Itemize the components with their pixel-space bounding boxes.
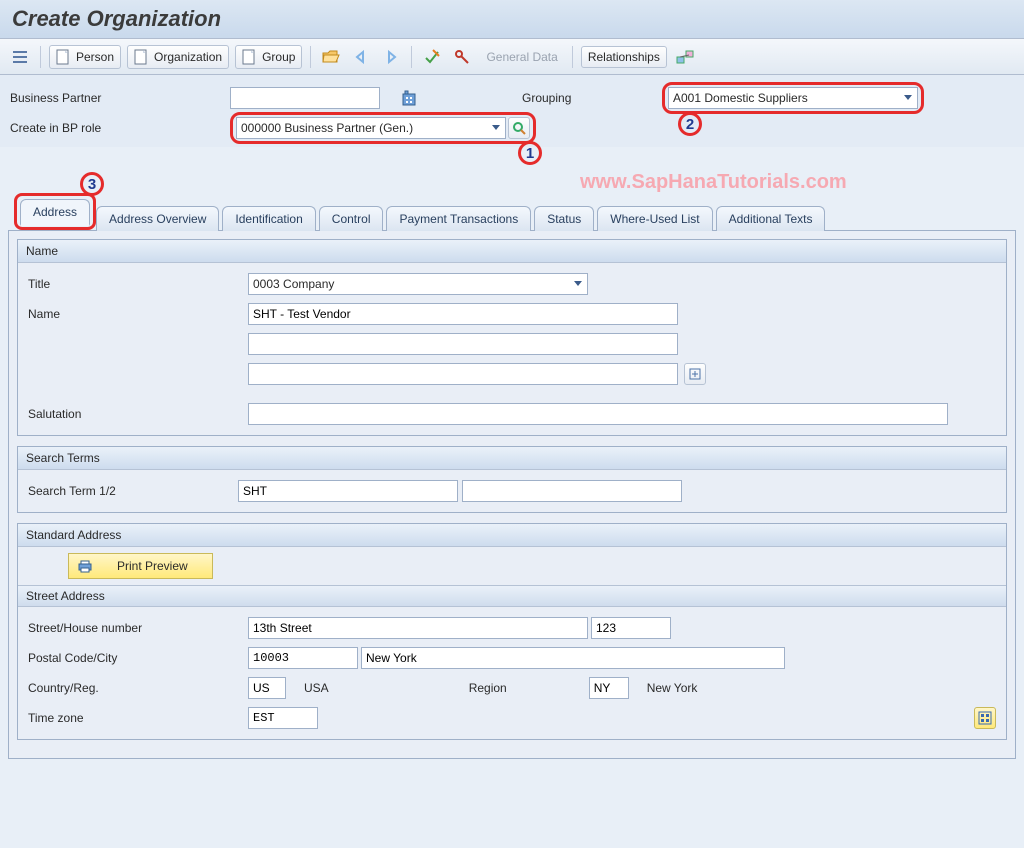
settings-wrench-icon[interactable] (450, 45, 474, 69)
timezone-label: Time zone (28, 711, 248, 725)
back-arrow-icon[interactable] (349, 45, 373, 69)
tab-identification[interactable]: Identification (222, 206, 315, 231)
title-dropdown[interactable]: 0003 Company (248, 273, 588, 295)
salutation-label: Salutation (28, 407, 248, 421)
salutation-input[interactable] (248, 403, 948, 425)
bp-role-dropdown[interactable]: 000000 Business Partner (Gen.) (236, 117, 506, 139)
separator (40, 46, 41, 68)
timezone-input[interactable] (248, 707, 318, 729)
annotation-2: 2 (678, 112, 702, 136)
country-desc: USA (304, 681, 329, 695)
print-preview-button[interactable]: Print Preview (68, 553, 213, 579)
grouping-dropdown[interactable]: A001 Domestic Suppliers (668, 87, 918, 109)
postal-label: Postal Code/City (28, 651, 248, 665)
tab-payment-transactions[interactable]: Payment Transactions (386, 206, 531, 231)
annotation-ring-2: A001 Domestic Suppliers (662, 82, 924, 114)
toolbar: Person Organization Group General Data R… (0, 39, 1024, 75)
group-name: Name Title 0003 Company Name (17, 239, 1007, 436)
separator (310, 46, 311, 68)
create-bp-role-label: Create in BP role (10, 121, 230, 135)
tab-additional-texts[interactable]: Additional Texts (716, 206, 826, 231)
tab-address[interactable]: Address (20, 199, 90, 226)
separator (572, 46, 573, 68)
grouping-value: A001 Domestic Suppliers (673, 91, 808, 105)
name-label: Name (28, 307, 248, 321)
region-desc: New York (647, 681, 698, 695)
separator (411, 46, 412, 68)
street-address-header: Street Address (18, 585, 1006, 607)
tabstrip: Address Address Overview Identification … (8, 193, 1016, 230)
group-name-header: Name (18, 240, 1006, 263)
group-search-header: Search Terms (18, 447, 1006, 470)
forward-arrow-icon[interactable] (379, 45, 403, 69)
business-partner-label: Business Partner (10, 91, 230, 105)
menu-icon[interactable] (8, 45, 32, 69)
tab-status[interactable]: Status (534, 206, 594, 231)
title-label: Title (28, 277, 248, 291)
street-input[interactable] (248, 617, 588, 639)
chevron-down-icon (573, 280, 583, 288)
chevron-down-icon (903, 94, 913, 102)
search-term-label: Search Term 1/2 (28, 484, 238, 498)
name-input-1[interactable] (248, 303, 678, 325)
search-term-1-input[interactable] (238, 480, 458, 502)
house-number-input[interactable] (591, 617, 671, 639)
chevron-down-icon (491, 124, 501, 132)
tab-control[interactable]: Control (319, 206, 384, 231)
building-icon (398, 86, 422, 110)
document-icon (242, 49, 258, 65)
print-preview-label: Print Preview (117, 559, 188, 573)
more-fields-icon[interactable] (974, 707, 996, 729)
tab-pane-address: Name Title 0003 Company Name (8, 230, 1016, 759)
country-input[interactable] (248, 677, 286, 699)
open-folder-icon[interactable] (319, 45, 343, 69)
search-term-2-input[interactable] (462, 480, 682, 502)
search-help-icon[interactable] (508, 117, 530, 139)
street-label: Street/House number (28, 621, 248, 635)
grouping-label: Grouping (522, 91, 662, 105)
watermark: www.SapHanaTutorials.com (580, 171, 847, 194)
toolbar-label: Group (262, 50, 295, 64)
name-input-2[interactable] (248, 333, 678, 355)
group-button[interactable]: Group (235, 45, 302, 69)
person-button[interactable]: Person (49, 45, 121, 69)
annotation-1: 1 (518, 141, 542, 165)
name-input-3[interactable] (248, 363, 678, 385)
group-standard-address: Standard Address Print Preview Street Ad… (17, 523, 1007, 740)
region-input[interactable] (589, 677, 629, 699)
printer-icon (77, 559, 93, 573)
annotation-ring-1: 000000 Business Partner (Gen.) (230, 112, 536, 144)
organization-button[interactable]: Organization (127, 45, 229, 69)
business-partner-input[interactable] (230, 87, 380, 109)
expand-icon[interactable] (684, 363, 706, 385)
general-data-button: General Data (486, 50, 557, 64)
bp-role-value: 000000 Business Partner (Gen.) (241, 121, 413, 135)
region-label: Region (469, 681, 589, 695)
tab-address-overview[interactable]: Address Overview (96, 206, 219, 231)
group-std-address-header: Standard Address (18, 524, 1006, 547)
toolbar-label: Organization (154, 50, 222, 64)
page-title: Create Organization (0, 0, 1024, 39)
city-input[interactable] (361, 647, 785, 669)
annotation-ring-3: Address (14, 193, 96, 230)
header-form: Business Partner Grouping A001 Domestic … (0, 75, 1024, 147)
tab-where-used[interactable]: Where-Used List (597, 206, 712, 231)
postal-code-input[interactable] (248, 647, 358, 669)
document-icon (134, 49, 150, 65)
toolbar-label: Person (76, 50, 114, 64)
document-icon (56, 49, 72, 65)
check-edit-icon[interactable] (420, 45, 444, 69)
annotation-3: 3 (80, 172, 104, 196)
relationships-button[interactable]: Relationships (581, 46, 667, 68)
title-value: 0003 Company (253, 277, 334, 291)
toolbar-label: Relationships (588, 50, 660, 64)
country-label: Country/Reg. (28, 681, 248, 695)
group-search-terms: Search Terms Search Term 1/2 (17, 446, 1007, 513)
assign-icon[interactable] (673, 45, 697, 69)
